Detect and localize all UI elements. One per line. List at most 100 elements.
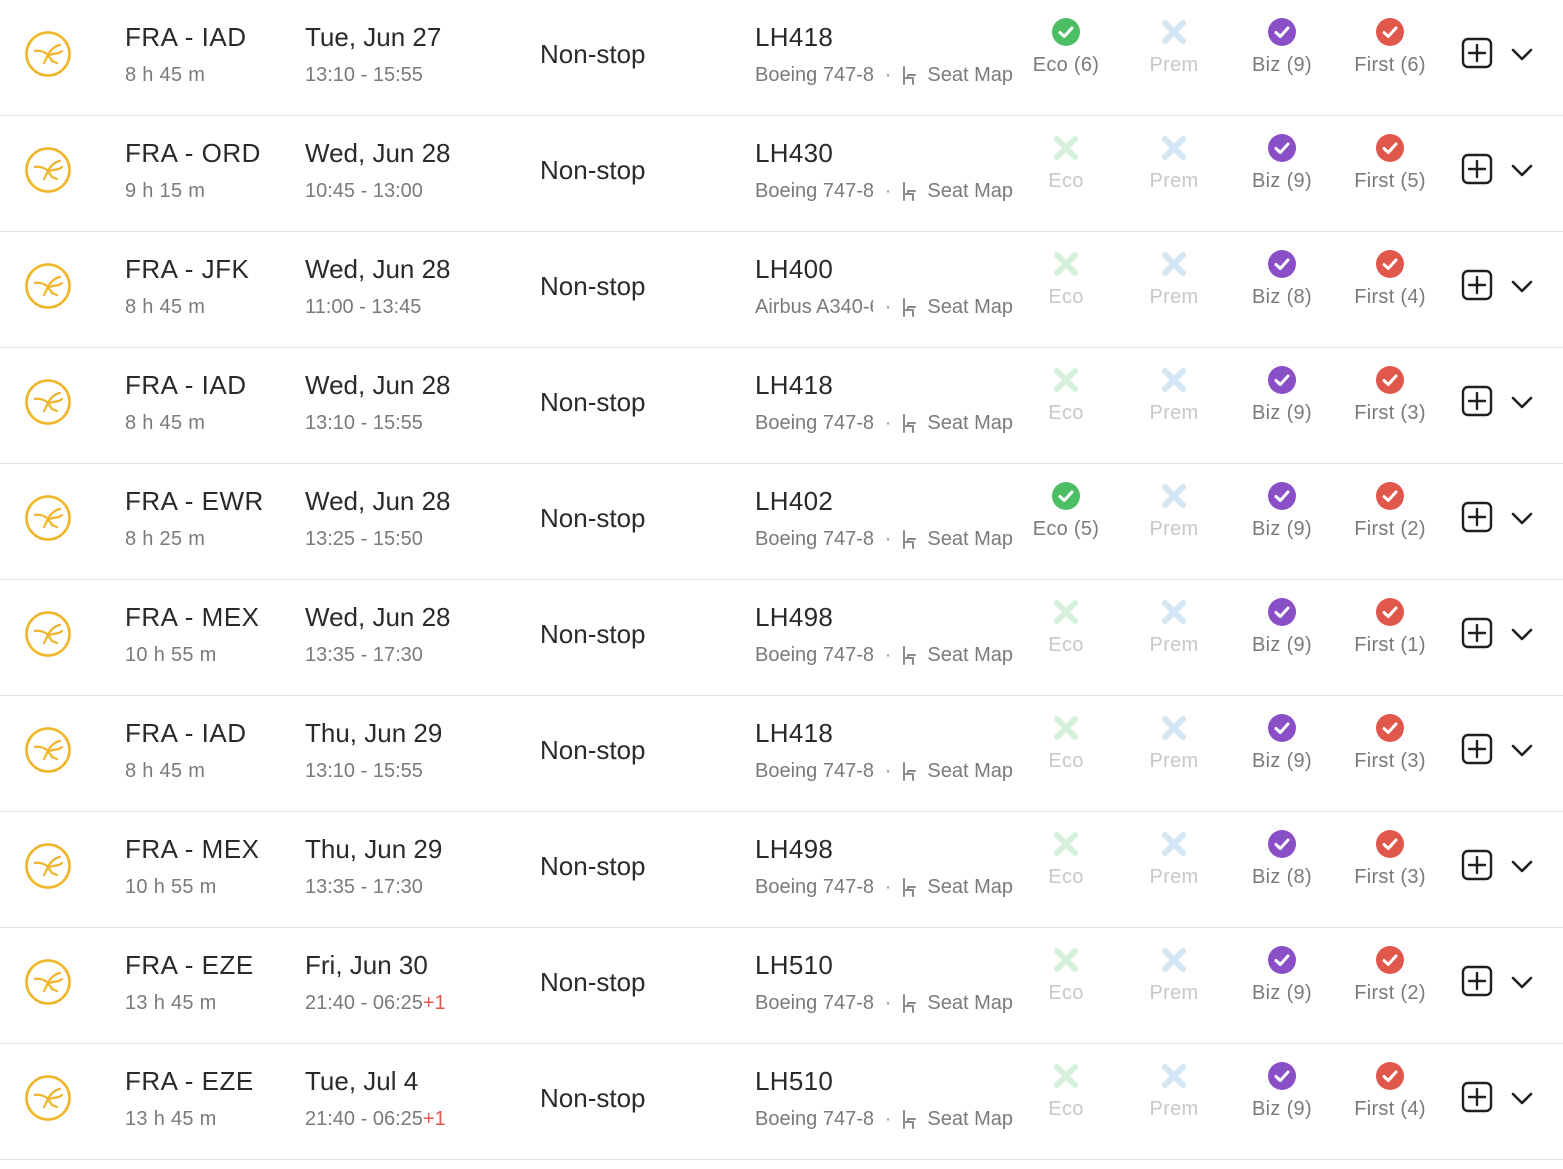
cabin-label: Prem [1149, 634, 1199, 656]
chevron-down-icon[interactable] [1508, 738, 1536, 762]
airline-logo-icon [25, 843, 71, 889]
flight-row[interactable]: FRA - MEX 10 h 55 m Wed, Jun 28 13:35 - … [0, 580, 1563, 696]
seat-map-link[interactable]: Seat Map [927, 992, 1013, 1015]
flight-row[interactable]: FRA - EZE 13 h 45 m Tue, Jul 4 21:40 - 0… [0, 1044, 1563, 1160]
seat-map-link[interactable]: Seat Map [927, 644, 1013, 667]
flight-number: LH418 [755, 370, 834, 400]
cabin-business: Biz (9) [1234, 1062, 1330, 1121]
flight-row[interactable]: FRA - MEX 10 h 55 m Thu, Jun 29 13:35 - … [0, 812, 1563, 928]
cabin-economy: Eco [1018, 1062, 1114, 1121]
cabin-business: Biz (9) [1234, 482, 1330, 541]
chevron-down-icon[interactable] [1508, 158, 1536, 182]
unavailable-x-icon [1054, 368, 1078, 392]
route: FRA - ORD [125, 138, 261, 168]
stops-label: Non-stop [540, 735, 646, 765]
chevron-down-icon[interactable] [1508, 854, 1536, 878]
seat-icon [903, 181, 917, 201]
flight-duration: 8 h 45 m [125, 760, 206, 782]
add-plus-icon[interactable] [1461, 269, 1493, 301]
flight-row[interactable]: FRA - IAD 8 h 45 m Tue, Jun 27 13:10 - 1… [0, 0, 1563, 116]
cabin-label: Prem [1149, 402, 1199, 424]
flight-row[interactable]: FRA - IAD 8 h 45 m Wed, Jun 28 13:10 - 1… [0, 348, 1563, 464]
chevron-down-icon[interactable] [1508, 622, 1536, 646]
stops-label: Non-stop [540, 155, 646, 185]
check-circle-icon [1268, 830, 1296, 858]
add-plus-icon[interactable] [1461, 849, 1493, 881]
times-range: 13:35 - 17:30 [305, 644, 423, 666]
chevron-down-icon[interactable] [1508, 42, 1536, 66]
check-circle-icon [1376, 946, 1404, 974]
seat-map-link[interactable]: Seat Map [927, 296, 1013, 319]
route: FRA - MEX [125, 602, 260, 632]
chevron-down-icon[interactable] [1508, 274, 1536, 298]
seat-icon [903, 413, 917, 433]
flight-row[interactable]: FRA - EZE 13 h 45 m Fri, Jun 30 21:40 - … [0, 928, 1563, 1044]
stops-label: Non-stop [540, 967, 646, 997]
chevron-down-icon[interactable] [1508, 506, 1536, 530]
cabin-first: First (4) [1342, 1062, 1438, 1121]
flight-row[interactable]: FRA - IAD 8 h 45 m Thu, Jun 29 13:10 - 1… [0, 696, 1563, 812]
aircraft-type: Boeing 747-8I [755, 992, 873, 1014]
cabin-label: Biz (9) [1252, 750, 1312, 772]
cabin-label: Eco [1048, 866, 1084, 888]
flight-row[interactable]: FRA - EWR 8 h 25 m Wed, Jun 28 13:25 - 1… [0, 464, 1563, 580]
flight-duration: 8 h 45 m [125, 64, 206, 86]
add-plus-icon[interactable] [1461, 617, 1493, 649]
cabin-label: First (6) [1354, 54, 1426, 76]
seat-map-link[interactable]: Seat Map [927, 876, 1013, 899]
seat-map-link[interactable]: Seat Map [927, 64, 1013, 87]
departure-date: Tue, Jun 27 [305, 22, 442, 52]
add-plus-icon[interactable] [1461, 501, 1493, 533]
cabin-premium: Prem [1126, 598, 1222, 657]
unavailable-x-icon [1162, 252, 1186, 276]
chevron-down-icon[interactable] [1508, 390, 1536, 414]
add-plus-icon[interactable] [1461, 1081, 1493, 1113]
flight-row[interactable]: FRA - ORD 9 h 15 m Wed, Jun 28 10:45 - 1… [0, 116, 1563, 232]
unavailable-x-icon [1162, 136, 1186, 160]
add-plus-icon[interactable] [1461, 733, 1493, 765]
cabin-label: Prem [1149, 286, 1199, 308]
check-circle-icon [1376, 1062, 1404, 1090]
separator-dot: · [884, 296, 892, 318]
cabin-label: First (2) [1354, 518, 1426, 540]
aircraft-type: Boeing 747-8I [755, 760, 873, 782]
seat-map-link[interactable]: Seat Map [927, 760, 1013, 783]
check-circle-icon [1268, 598, 1296, 626]
aircraft-info: Boeing 747-8I · Seat Map [755, 876, 1013, 899]
chevron-down-icon[interactable] [1508, 1086, 1536, 1110]
seat-map-link[interactable]: Seat Map [927, 528, 1013, 551]
check-circle-icon [1268, 134, 1296, 162]
add-plus-icon[interactable] [1461, 37, 1493, 69]
cabin-business: Biz (9) [1234, 598, 1330, 657]
separator-dot: · [884, 528, 892, 550]
check-circle-icon [1052, 482, 1080, 510]
flight-duration: 8 h 45 m [125, 412, 206, 434]
departure-date: Tue, Jul 4 [305, 1066, 419, 1096]
cabin-label: Biz (9) [1252, 518, 1312, 540]
cabin-label: Eco [1048, 286, 1084, 308]
check-circle-icon [1268, 18, 1296, 46]
unavailable-x-icon [1054, 716, 1078, 740]
airline-logo-icon [25, 147, 71, 193]
cabin-business: Biz (9) [1234, 18, 1330, 77]
seat-map-link[interactable]: Seat Map [927, 412, 1013, 435]
add-plus-icon[interactable] [1461, 153, 1493, 185]
unavailable-x-icon [1162, 484, 1186, 508]
route: FRA - IAD [125, 370, 247, 400]
cabin-label: Biz (9) [1252, 170, 1312, 192]
add-plus-icon[interactable] [1461, 965, 1493, 997]
flight-row[interactable]: FRA - JFK 8 h 45 m Wed, Jun 28 11:00 - 1… [0, 232, 1563, 348]
separator-dot: · [884, 760, 892, 782]
seat-map-link[interactable]: Seat Map [927, 1108, 1013, 1131]
unavailable-x-icon [1054, 252, 1078, 276]
add-plus-icon[interactable] [1461, 385, 1493, 417]
cabin-label: Prem [1149, 54, 1199, 76]
cabin-premium: Prem [1126, 134, 1222, 193]
cabin-premium: Prem [1126, 250, 1222, 309]
plus-day-indicator: +1 [422, 992, 446, 1014]
cabin-premium: Prem [1126, 18, 1222, 77]
plus-day-indicator: +1 [422, 1108, 446, 1130]
cabin-label: Prem [1149, 170, 1199, 192]
seat-map-link[interactable]: Seat Map [927, 180, 1013, 203]
chevron-down-icon[interactable] [1508, 970, 1536, 994]
